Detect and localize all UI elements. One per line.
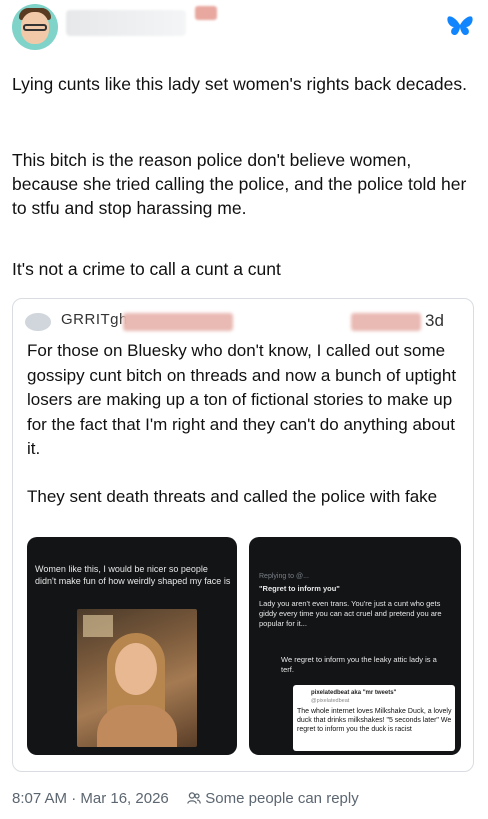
post-timestamp[interactable]: 8:07 AM · Mar 16, 2026 — [12, 790, 169, 807]
people-icon — [187, 792, 201, 804]
bluesky-butterfly-icon[interactable] — [447, 14, 473, 38]
quote-avatar[interactable] — [25, 313, 51, 331]
flag-badge — [195, 6, 217, 20]
post-paragraph-2: This bitch is the reason police don't be… — [12, 150, 467, 218]
reply-1: Lady you aren't even trans. You're just … — [259, 599, 442, 628]
post-paragraph-1: Lying cunts like this lady set women's r… — [12, 74, 467, 94]
quote-time: 3d — [425, 311, 444, 330]
left-caption: Women like this, I would be nicer so peo… — [35, 564, 231, 586]
photo-image — [77, 609, 197, 747]
post-paragraph-3: It's not a crime to call a cunt a cunt — [12, 259, 281, 279]
card-handle: @pixelatedbeat — [311, 698, 350, 704]
screenshot-right[interactable]: Replying to @... "Regret to inform you" … — [249, 537, 461, 755]
replying-to: Replying to @... — [259, 573, 309, 580]
quote-paragraph-1: For those on Bluesky who don't know, I c… — [27, 341, 457, 458]
card-text: The whole internet loves Milkshake Duck,… — [297, 708, 452, 733]
reply-2: We regret to inform you the leaky attic … — [281, 655, 437, 674]
avatar[interactable] — [12, 4, 58, 50]
quote-paragraph-2: They sent death threats and called the p… — [27, 487, 438, 506]
reply-setting[interactable]: Some people can reply — [205, 790, 358, 807]
post-header — [0, 0, 488, 60]
quote-handle-redacted — [351, 313, 421, 331]
author-name-redacted[interactable] — [66, 10, 186, 36]
quote-author[interactable]: GRRITgh — [61, 311, 128, 328]
post-footer: 8:07 AM · Mar 16, 2026 Some people can r… — [12, 790, 359, 807]
quote-author-redacted — [123, 313, 233, 331]
regret-text: "Regret to inform you" — [259, 584, 340, 593]
embedded-tweet-card: pixelatedbeat aka "mr tweets" @pixelated… — [293, 685, 455, 751]
quoted-post[interactable]: GRRITgh 3d For those on Bluesky who don'… — [12, 298, 474, 772]
screenshot-left[interactable]: Women like this, I would be nicer so peo… — [27, 537, 237, 755]
